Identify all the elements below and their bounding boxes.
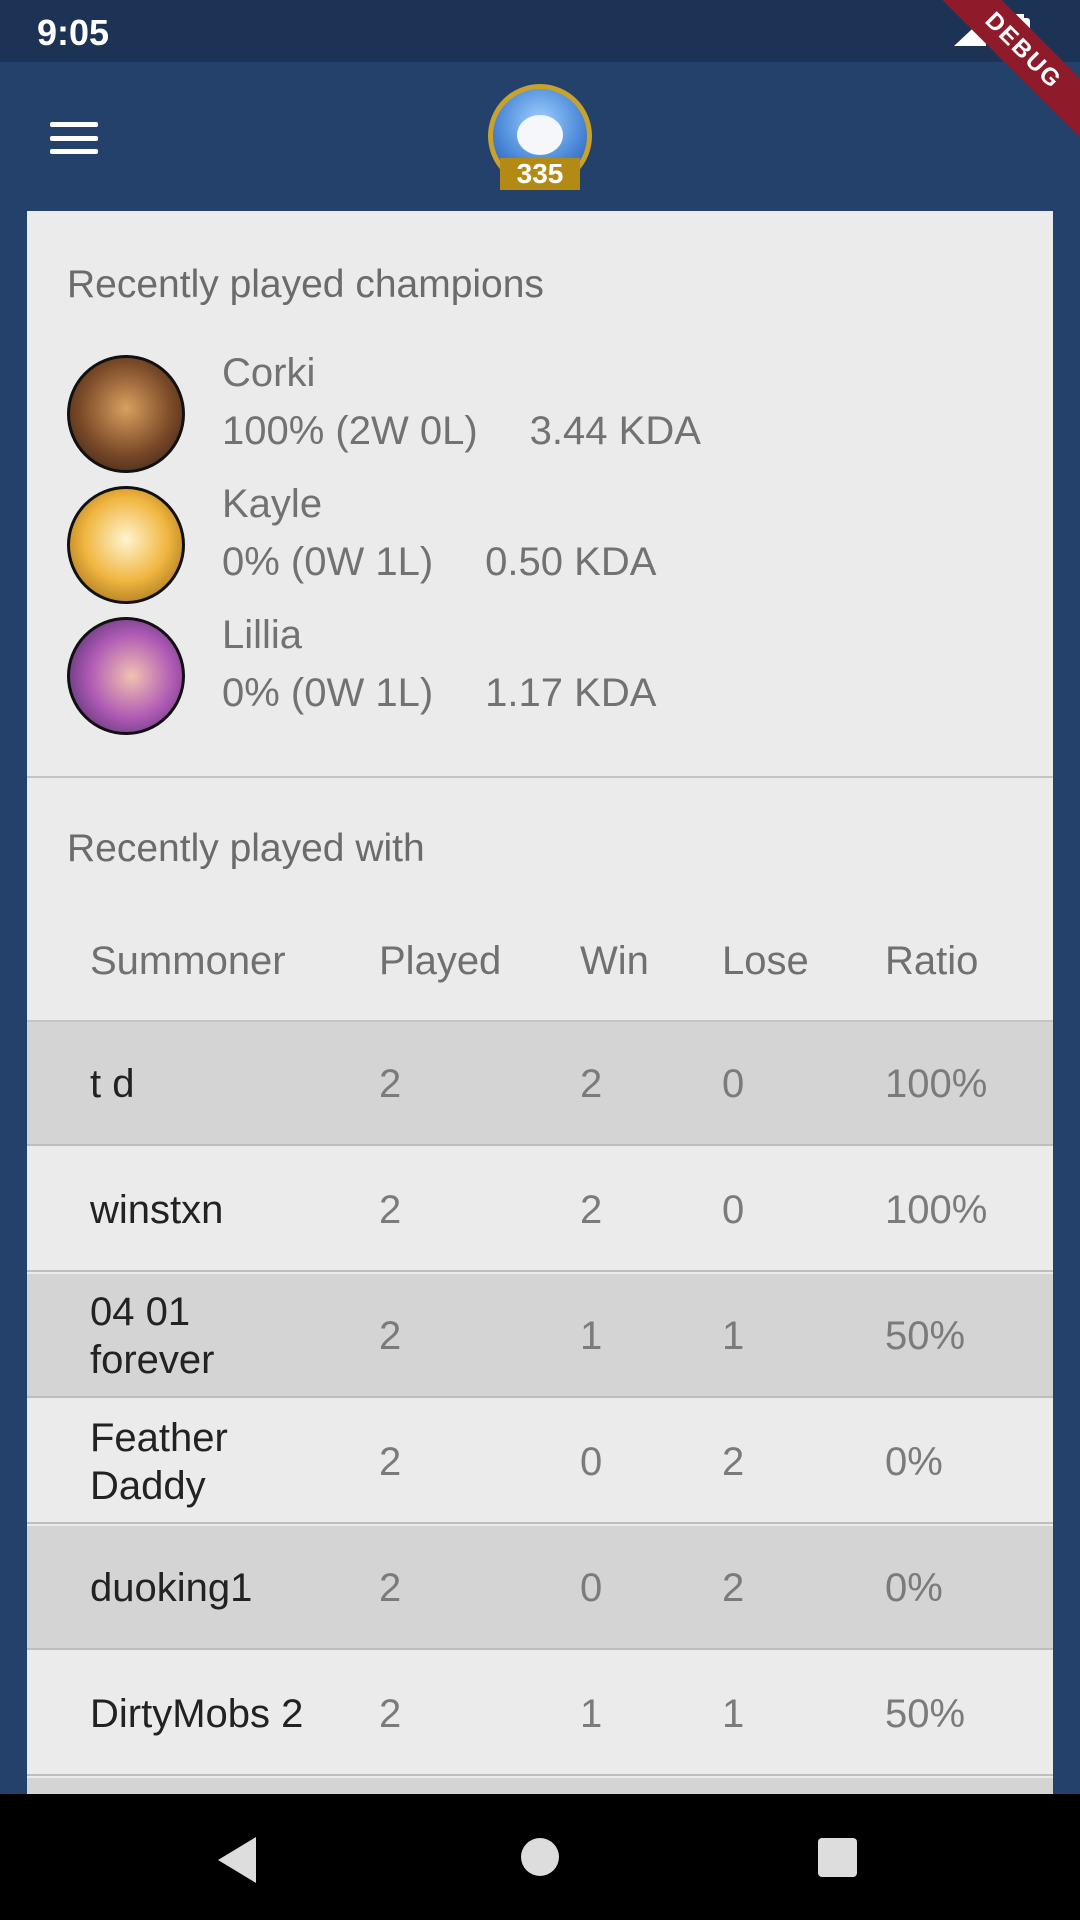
champion-name: Lillia bbox=[222, 613, 303, 657]
played-value: 2 bbox=[379, 1565, 402, 1610]
ratio-value: 0% bbox=[885, 1565, 943, 1610]
champion-record: 0% (0W 1L) bbox=[222, 671, 434, 715]
summoner-name: winstxn bbox=[90, 1188, 224, 1232]
lose-value: 0 bbox=[722, 1061, 745, 1106]
champion-name: Corki bbox=[222, 351, 316, 395]
ratio-value: 100% bbox=[885, 1061, 988, 1106]
champion-stats: 100% (2W 0L) 3.44 KDA bbox=[222, 409, 701, 454]
champion-avatar-corki bbox=[67, 355, 185, 473]
table-row[interactable]: t d 2 2 0 100% bbox=[27, 1022, 1053, 1146]
champion-record: 0% (0W 1L) bbox=[222, 540, 434, 584]
table-row[interactable]: duoking1 2 0 2 0% bbox=[27, 1526, 1053, 1650]
summoner-name: duoking1 bbox=[90, 1566, 253, 1610]
header-lose[interactable]: Lose bbox=[722, 911, 809, 1011]
lose-value: 0 bbox=[722, 1187, 745, 1232]
main-card: Recently played champions Corki 100% (2W… bbox=[27, 211, 1053, 1795]
lose-value: 2 bbox=[722, 1439, 745, 1484]
menu-line bbox=[50, 135, 98, 141]
champion-kda: 1.17 KDA bbox=[485, 671, 657, 715]
lose-value: 1 bbox=[722, 1313, 745, 1358]
menu-line bbox=[50, 149, 98, 154]
level-badge: 335 bbox=[500, 158, 580, 190]
section-divider bbox=[27, 776, 1053, 778]
ratio-value: 100% bbox=[885, 1187, 988, 1232]
lose-value: 2 bbox=[722, 1565, 745, 1610]
table-row[interactable]: winstxn 2 2 0 100% bbox=[27, 1148, 1053, 1272]
played-value: 2 bbox=[379, 1187, 402, 1232]
header-played[interactable]: Played bbox=[379, 911, 501, 1011]
summoner-name: Feather Daddy bbox=[90, 1416, 228, 1508]
champion-kda: 0.50 KDA bbox=[485, 540, 657, 584]
played-value: 2 bbox=[379, 1439, 402, 1484]
champion-row[interactable]: Kayle 0% (0W 1L) 0.50 KDA bbox=[67, 482, 967, 606]
table-row[interactable]: Feather Daddy 2 0 2 0% bbox=[27, 1400, 1053, 1524]
champion-avatar-kayle bbox=[67, 486, 185, 604]
champion-name: Kayle bbox=[222, 482, 323, 526]
champion-row[interactable]: Lillia 0% (0W 1L) 1.17 KDA bbox=[67, 613, 967, 737]
played-value: 2 bbox=[379, 1313, 402, 1358]
champion-kda: 3.44 KDA bbox=[529, 409, 701, 453]
played-value: 2 bbox=[379, 1061, 402, 1106]
champion-row[interactable]: Corki 100% (2W 0L) 3.44 KDA bbox=[67, 351, 967, 475]
champion-avatar-lillia bbox=[67, 617, 185, 735]
champions-title: Recently played champions bbox=[67, 263, 544, 306]
win-value: 2 bbox=[580, 1061, 603, 1106]
header-win[interactable]: Win bbox=[580, 911, 649, 1011]
table-row[interactable]: 04 01 forever 2 1 1 50% bbox=[27, 1274, 1053, 1398]
win-value: 2 bbox=[580, 1187, 603, 1232]
champion-stats: 0% (0W 1L) 1.17 KDA bbox=[222, 671, 656, 716]
summoner-name: DirtyMobs 2 bbox=[90, 1692, 304, 1736]
ratio-value: 0% bbox=[885, 1439, 943, 1484]
table-row[interactable]: DirtyMobs 2 2 1 1 50% bbox=[27, 1652, 1053, 1776]
bear-icon bbox=[517, 115, 563, 155]
status-bar: 9:05 bbox=[0, 0, 1080, 62]
back-icon[interactable] bbox=[218, 1837, 256, 1883]
champion-stats: 0% (0W 1L) 0.50 KDA bbox=[222, 540, 656, 585]
navigation-bar bbox=[0, 1794, 1080, 1920]
recent-apps-icon[interactable] bbox=[818, 1838, 857, 1877]
played-value: 2 bbox=[379, 1691, 402, 1736]
win-value: 0 bbox=[580, 1565, 603, 1610]
champion-record: 100% (2W 0L) bbox=[222, 409, 478, 453]
lose-value: 1 bbox=[722, 1691, 745, 1736]
table-row-partial bbox=[27, 1778, 1053, 1795]
header-ratio[interactable]: Ratio bbox=[885, 911, 978, 1011]
summoner-name: t d bbox=[90, 1062, 135, 1106]
header-summoner[interactable]: Summoner bbox=[90, 911, 286, 1011]
ratio-value: 50% bbox=[885, 1313, 966, 1358]
status-time: 9:05 bbox=[37, 12, 110, 53]
menu-line bbox=[50, 122, 98, 127]
profile-avatar[interactable]: 335 bbox=[488, 84, 592, 190]
win-value: 0 bbox=[580, 1439, 603, 1484]
win-value: 1 bbox=[580, 1313, 603, 1358]
win-value: 1 bbox=[580, 1691, 603, 1736]
summoner-name: 04 01 forever bbox=[90, 1290, 215, 1382]
home-icon[interactable] bbox=[521, 1838, 559, 1876]
played-with-title: Recently played with bbox=[67, 827, 425, 870]
table-header: Summoner Played Win Lose Ratio bbox=[27, 911, 1053, 1031]
ratio-value: 50% bbox=[885, 1691, 966, 1736]
menu-button[interactable] bbox=[38, 114, 110, 162]
